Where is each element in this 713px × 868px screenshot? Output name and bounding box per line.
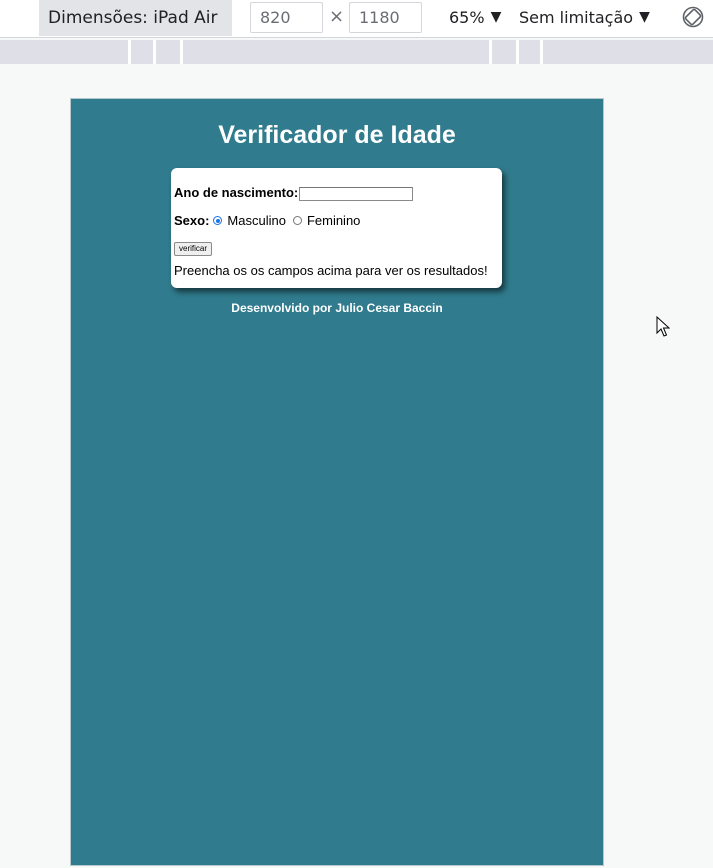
throttle-label: Sem limitação <box>519 8 634 27</box>
birth-year-label: Ano de nascimento: <box>174 185 299 200</box>
mouse-cursor-icon <box>656 316 670 337</box>
page-title: Verificador de Idade <box>218 121 456 149</box>
height-input[interactable]: 1180 <box>349 2 422 33</box>
media-query-divider <box>153 40 156 64</box>
device-dimensions-dropdown[interactable]: Dimensões: iPad Air▼ <box>39 0 232 61</box>
device-toolbar: Dimensões: iPad Air▼ 820 × 1180 65%▼ Sem… <box>0 0 713 61</box>
result-text: Preencha os os campos acima para ver os … <box>174 263 488 278</box>
footer-credit: Desenvolvido por Julio Cesar Baccin <box>71 301 603 315</box>
times-icon: × <box>329 6 345 27</box>
zoom-label: 65% <box>449 8 485 27</box>
device-viewport: Verificador de Idade Ano de nascimento: … <box>70 98 604 866</box>
media-query-divider <box>489 40 492 64</box>
birth-year-row: Ano de nascimento: <box>174 185 414 201</box>
footer-prefix: Desenvolvido por <box>231 301 336 315</box>
media-query-divider <box>128 40 131 64</box>
radio-feminino[interactable] <box>292 216 302 225</box>
chevron-down-icon: ▼ <box>639 9 650 25</box>
radio-label-masculino[interactable]: Masculino <box>227 213 286 228</box>
radio-label-feminino[interactable]: Feminino <box>307 213 360 228</box>
form-card: Ano de nascimento: Sexo: Masculino Femin… <box>171 168 502 288</box>
sex-label: Sexo: <box>174 213 210 228</box>
chevron-down-icon: ▼ <box>490 9 502 25</box>
media-query-divider <box>516 40 519 64</box>
verify-button[interactable]: verificar <box>174 242 213 256</box>
media-query-divider <box>180 40 183 64</box>
sex-row: Sexo: Masculino Feminino <box>174 213 366 228</box>
radio-masculino[interactable] <box>213 216 223 225</box>
zoom-dropdown[interactable]: 65% ▼ <box>449 0 501 36</box>
media-query-divider <box>540 40 543 64</box>
device-dimensions-label: Dimensões: iPad Air <box>48 8 218 28</box>
width-input[interactable]: 820 <box>250 2 323 33</box>
media-query-bar[interactable] <box>0 40 713 64</box>
footer-author: Julio Cesar Baccin <box>335 301 443 315</box>
throttle-dropdown[interactable]: Sem limitação ▼ <box>519 0 650 36</box>
rotate-icon[interactable] <box>682 6 704 28</box>
birth-year-input[interactable] <box>299 186 414 201</box>
